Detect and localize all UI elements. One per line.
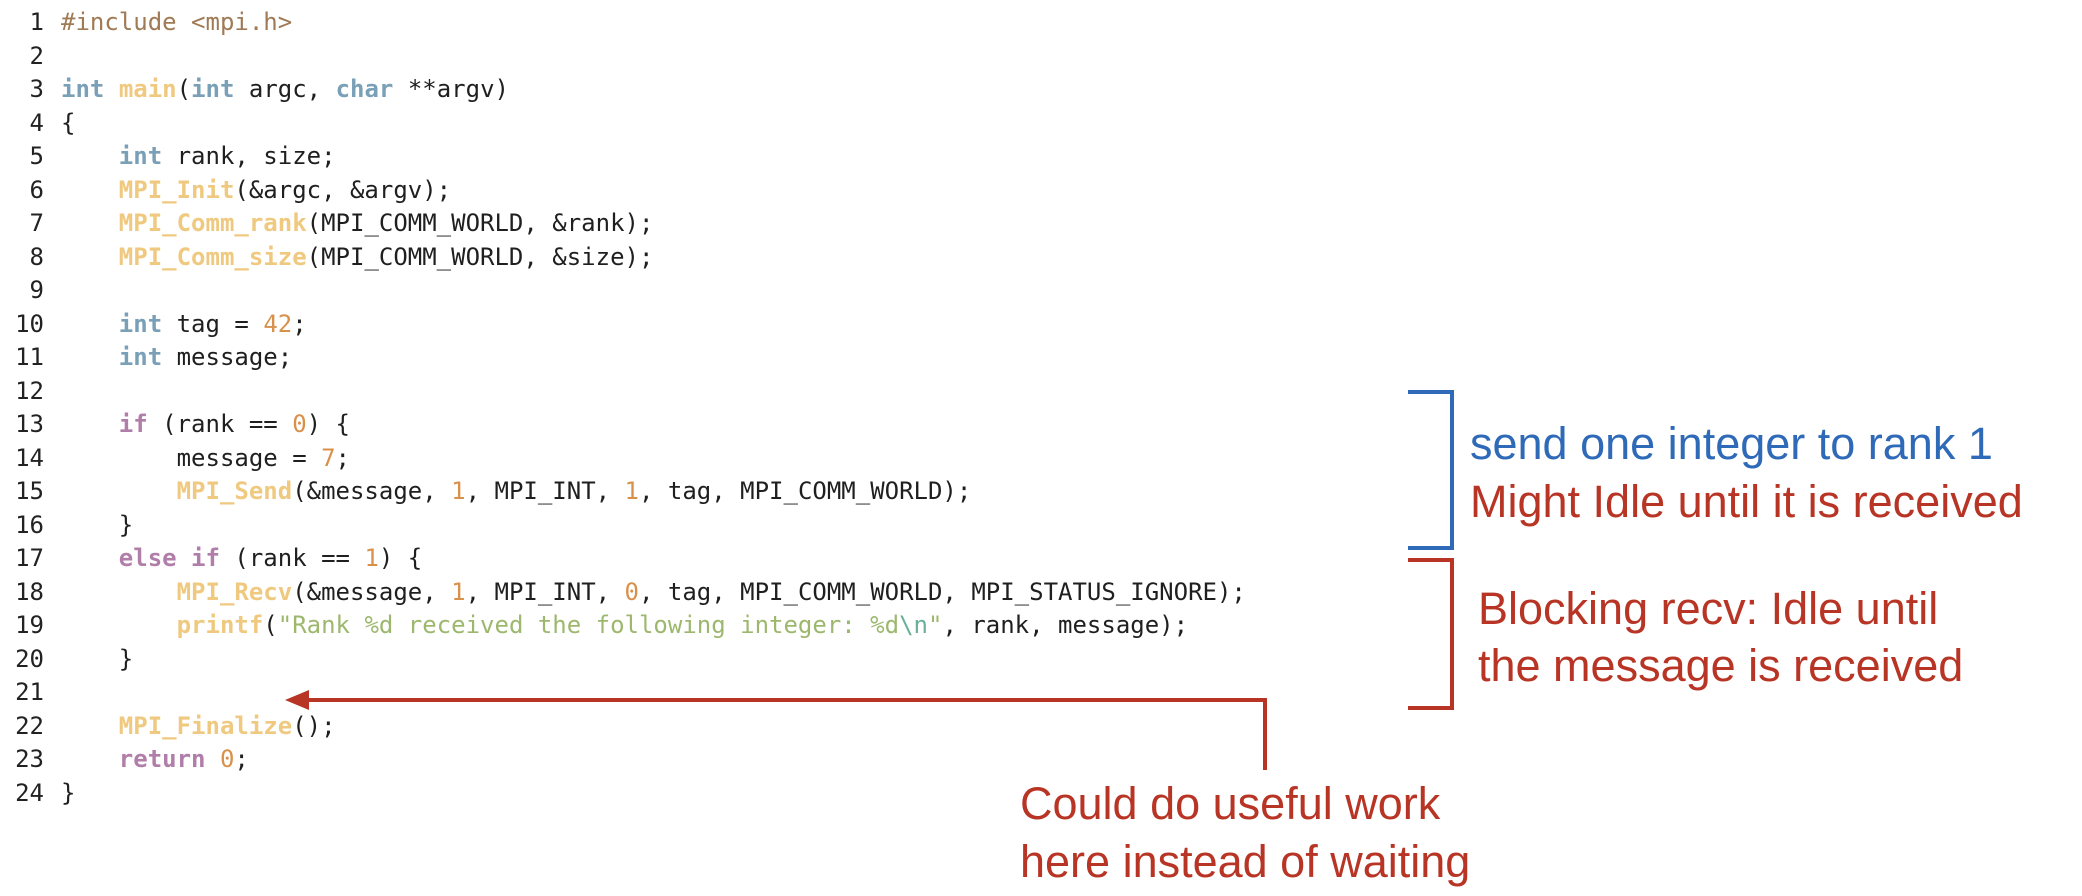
send-bracket [1408,390,1454,550]
work-annotation-line2: here instead of waiting [1020,836,1471,887]
recv-bracket [1408,558,1454,710]
useful-work-arrow-line [305,698,1267,770]
useful-work-arrow-head [285,690,309,710]
recv-annotation-line1: Blocking recv: Idle until [1478,583,1939,634]
recv-annotation-line2: the message is received [1478,640,1964,691]
work-annotation-line1: Could do useful work [1020,778,1441,829]
send-annotation-line2: Might Idle until it is received [1470,476,2023,527]
send-annotation-line1: send one integer to rank 1 [1470,418,1993,469]
